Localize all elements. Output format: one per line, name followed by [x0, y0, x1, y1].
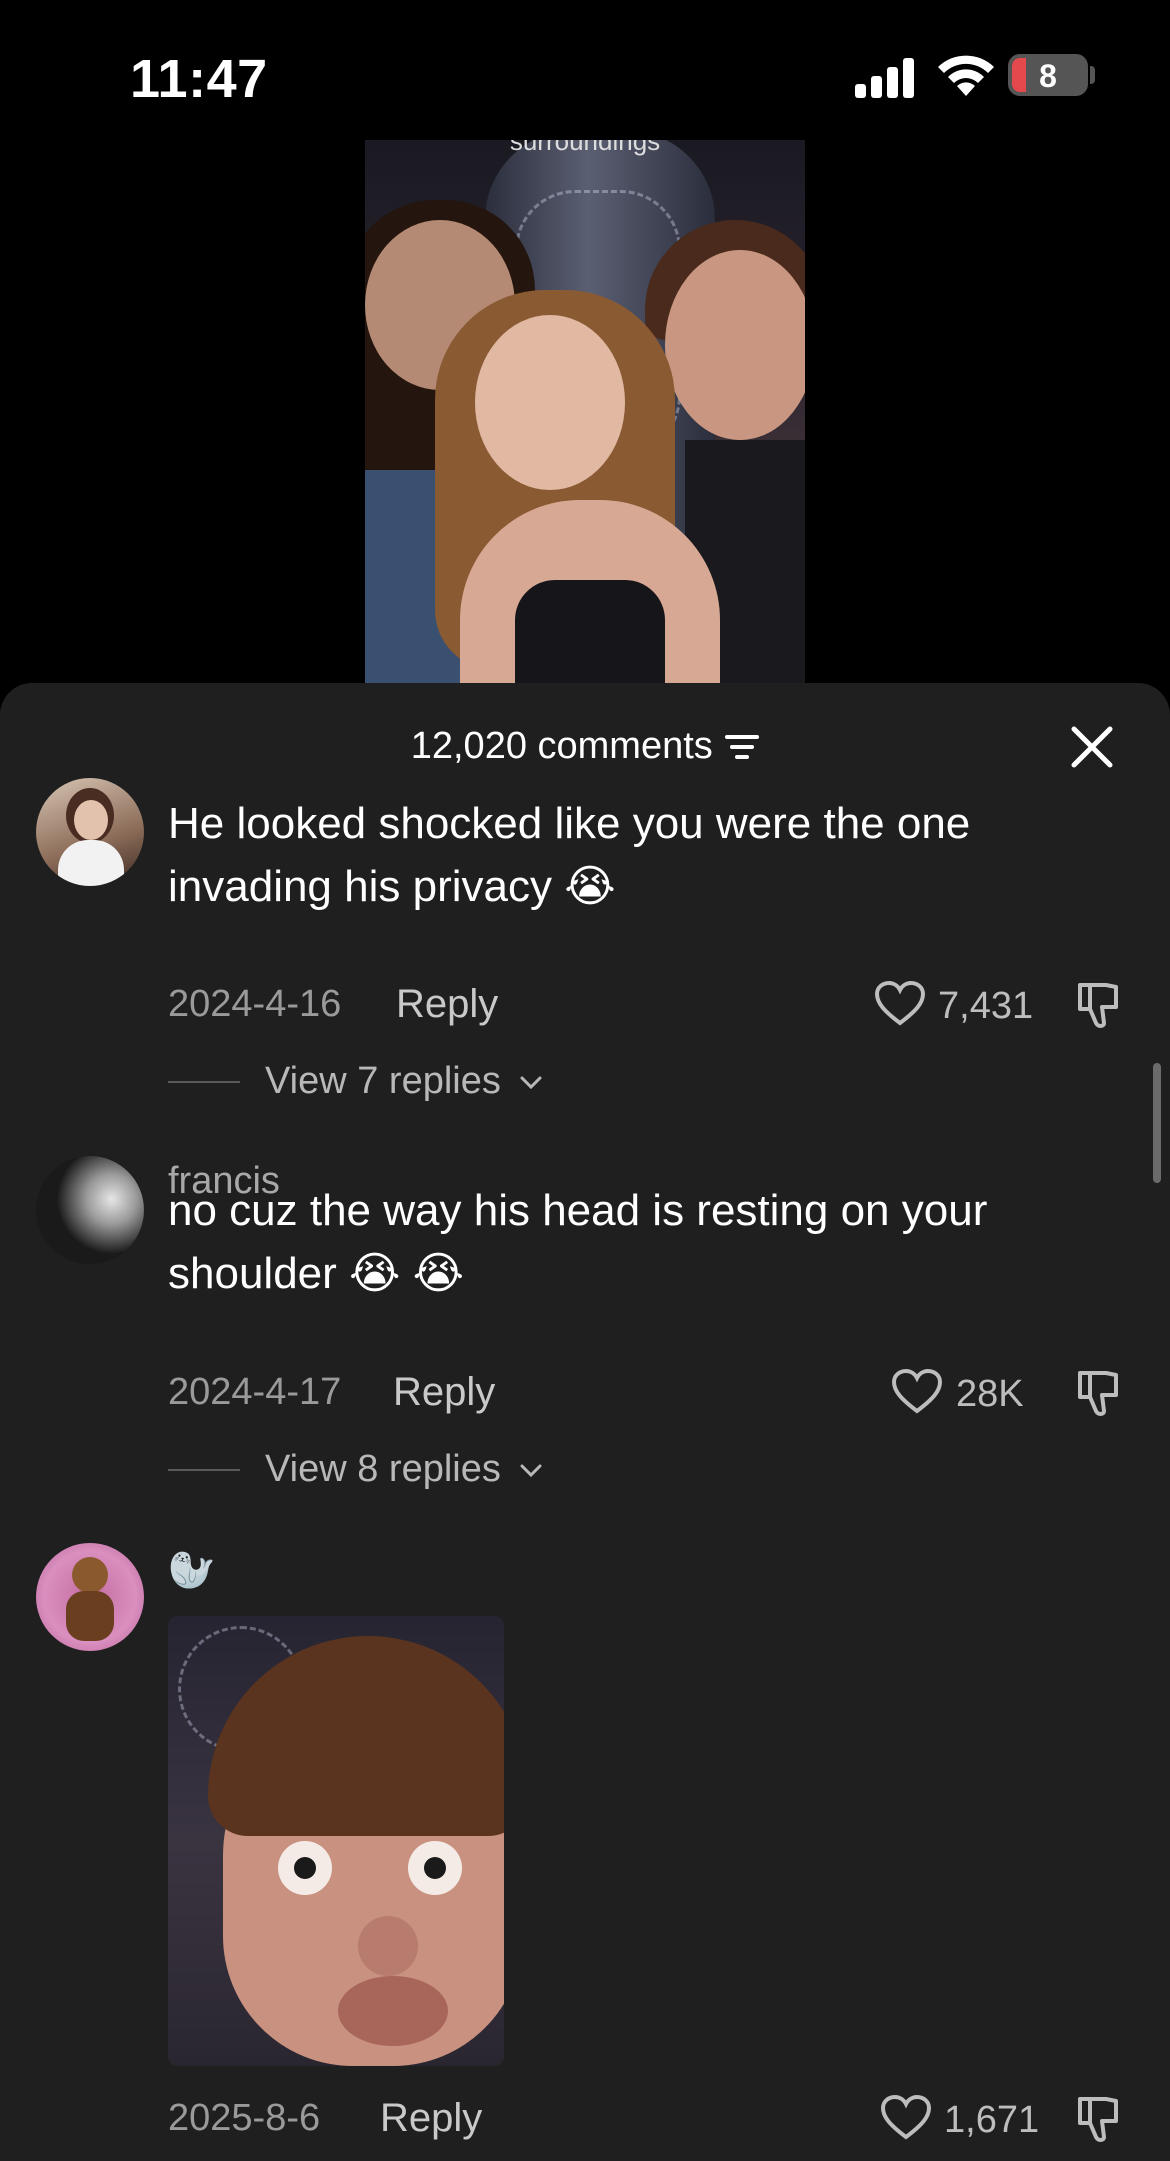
comment-date: 2024-4-17: [168, 1371, 342, 1413]
view-replies-button[interactable]: View 7 replies: [265, 1060, 543, 1103]
comment-gif[interactable]: [168, 1616, 504, 2066]
close-icon[interactable]: [1068, 723, 1116, 771]
view-replies-label: View 7 replies: [265, 1060, 501, 1102]
comment-text: no cuz the way his head is resting on yo…: [168, 1186, 988, 1298]
avatar-bear-head: [72, 1557, 108, 1593]
avatar[interactable]: [36, 1156, 144, 1264]
battery-icon: 8: [1008, 54, 1088, 96]
chevron-down-icon: [520, 1076, 542, 1090]
chevron-down-icon: [520, 1464, 542, 1478]
video-preview[interactable]: surroundings: [365, 140, 805, 685]
dislike-icon[interactable]: [1072, 1367, 1124, 1419]
gif-eye-right: [408, 1841, 462, 1895]
signal-icon: [855, 58, 914, 98]
scrollbar[interactable]: [1153, 1063, 1161, 1183]
like-count: 7,431: [938, 985, 1034, 1027]
avatar-photo: [36, 1156, 144, 1264]
video-caption: surroundings: [509, 140, 661, 156]
status-bar: 11:47 8: [0, 0, 1170, 140]
like-count: 28K: [956, 1373, 1024, 1415]
replies-divider: [168, 1469, 240, 1471]
heart-icon[interactable]: [891, 1369, 943, 1415]
video-person-center-top: [515, 580, 665, 685]
avatar[interactable]: [36, 778, 144, 886]
wifi-icon: [938, 55, 994, 96]
like-count: 1,671: [944, 2099, 1040, 2141]
reply-button[interactable]: Reply: [393, 1370, 495, 1415]
heart-icon[interactable]: [880, 2095, 932, 2141]
gif-mouth: [338, 1976, 448, 2046]
comment-text: He looked shocked like you were the one …: [168, 799, 971, 911]
comment-count-wrap[interactable]: 12,020 comments: [0, 725, 1170, 768]
replies-divider: [168, 1081, 240, 1083]
avatar-shirt: [58, 840, 124, 886]
heart-icon[interactable]: [874, 981, 926, 1027]
comments-header: 12,020 comments: [0, 683, 1170, 803]
reply-button[interactable]: Reply: [396, 982, 498, 1027]
reply-button[interactable]: Reply: [380, 2096, 482, 2141]
filter-icon[interactable]: [725, 733, 760, 761]
status-time: 11:47: [130, 49, 268, 109]
battery-cap: [1090, 66, 1095, 84]
avatar-bear-body: [66, 1591, 114, 1641]
comment-count: 12,020 comments: [410, 725, 713, 767]
comment-date: 2024-4-16: [168, 983, 342, 1025]
view-replies-label: View 8 replies: [265, 1448, 501, 1490]
video-person-right-face: [665, 250, 805, 440]
avatar-face: [74, 800, 108, 840]
dislike-icon[interactable]: [1072, 2093, 1124, 2145]
comment-username[interactable]: 🦭: [168, 1549, 215, 1593]
gif-eye-left: [278, 1841, 332, 1895]
dislike-icon[interactable]: [1072, 979, 1124, 1031]
gif-nose: [358, 1916, 418, 1976]
comments-sheet: 12,020 comments He looked shocked like y…: [0, 683, 1170, 2161]
video-person-center-face: [475, 315, 625, 490]
battery-percent: 8: [1039, 58, 1057, 94]
avatar[interactable]: [36, 1543, 144, 1651]
comment-date: 2025-8-6: [168, 2097, 321, 2139]
view-replies-button[interactable]: View 8 replies: [265, 1448, 543, 1491]
